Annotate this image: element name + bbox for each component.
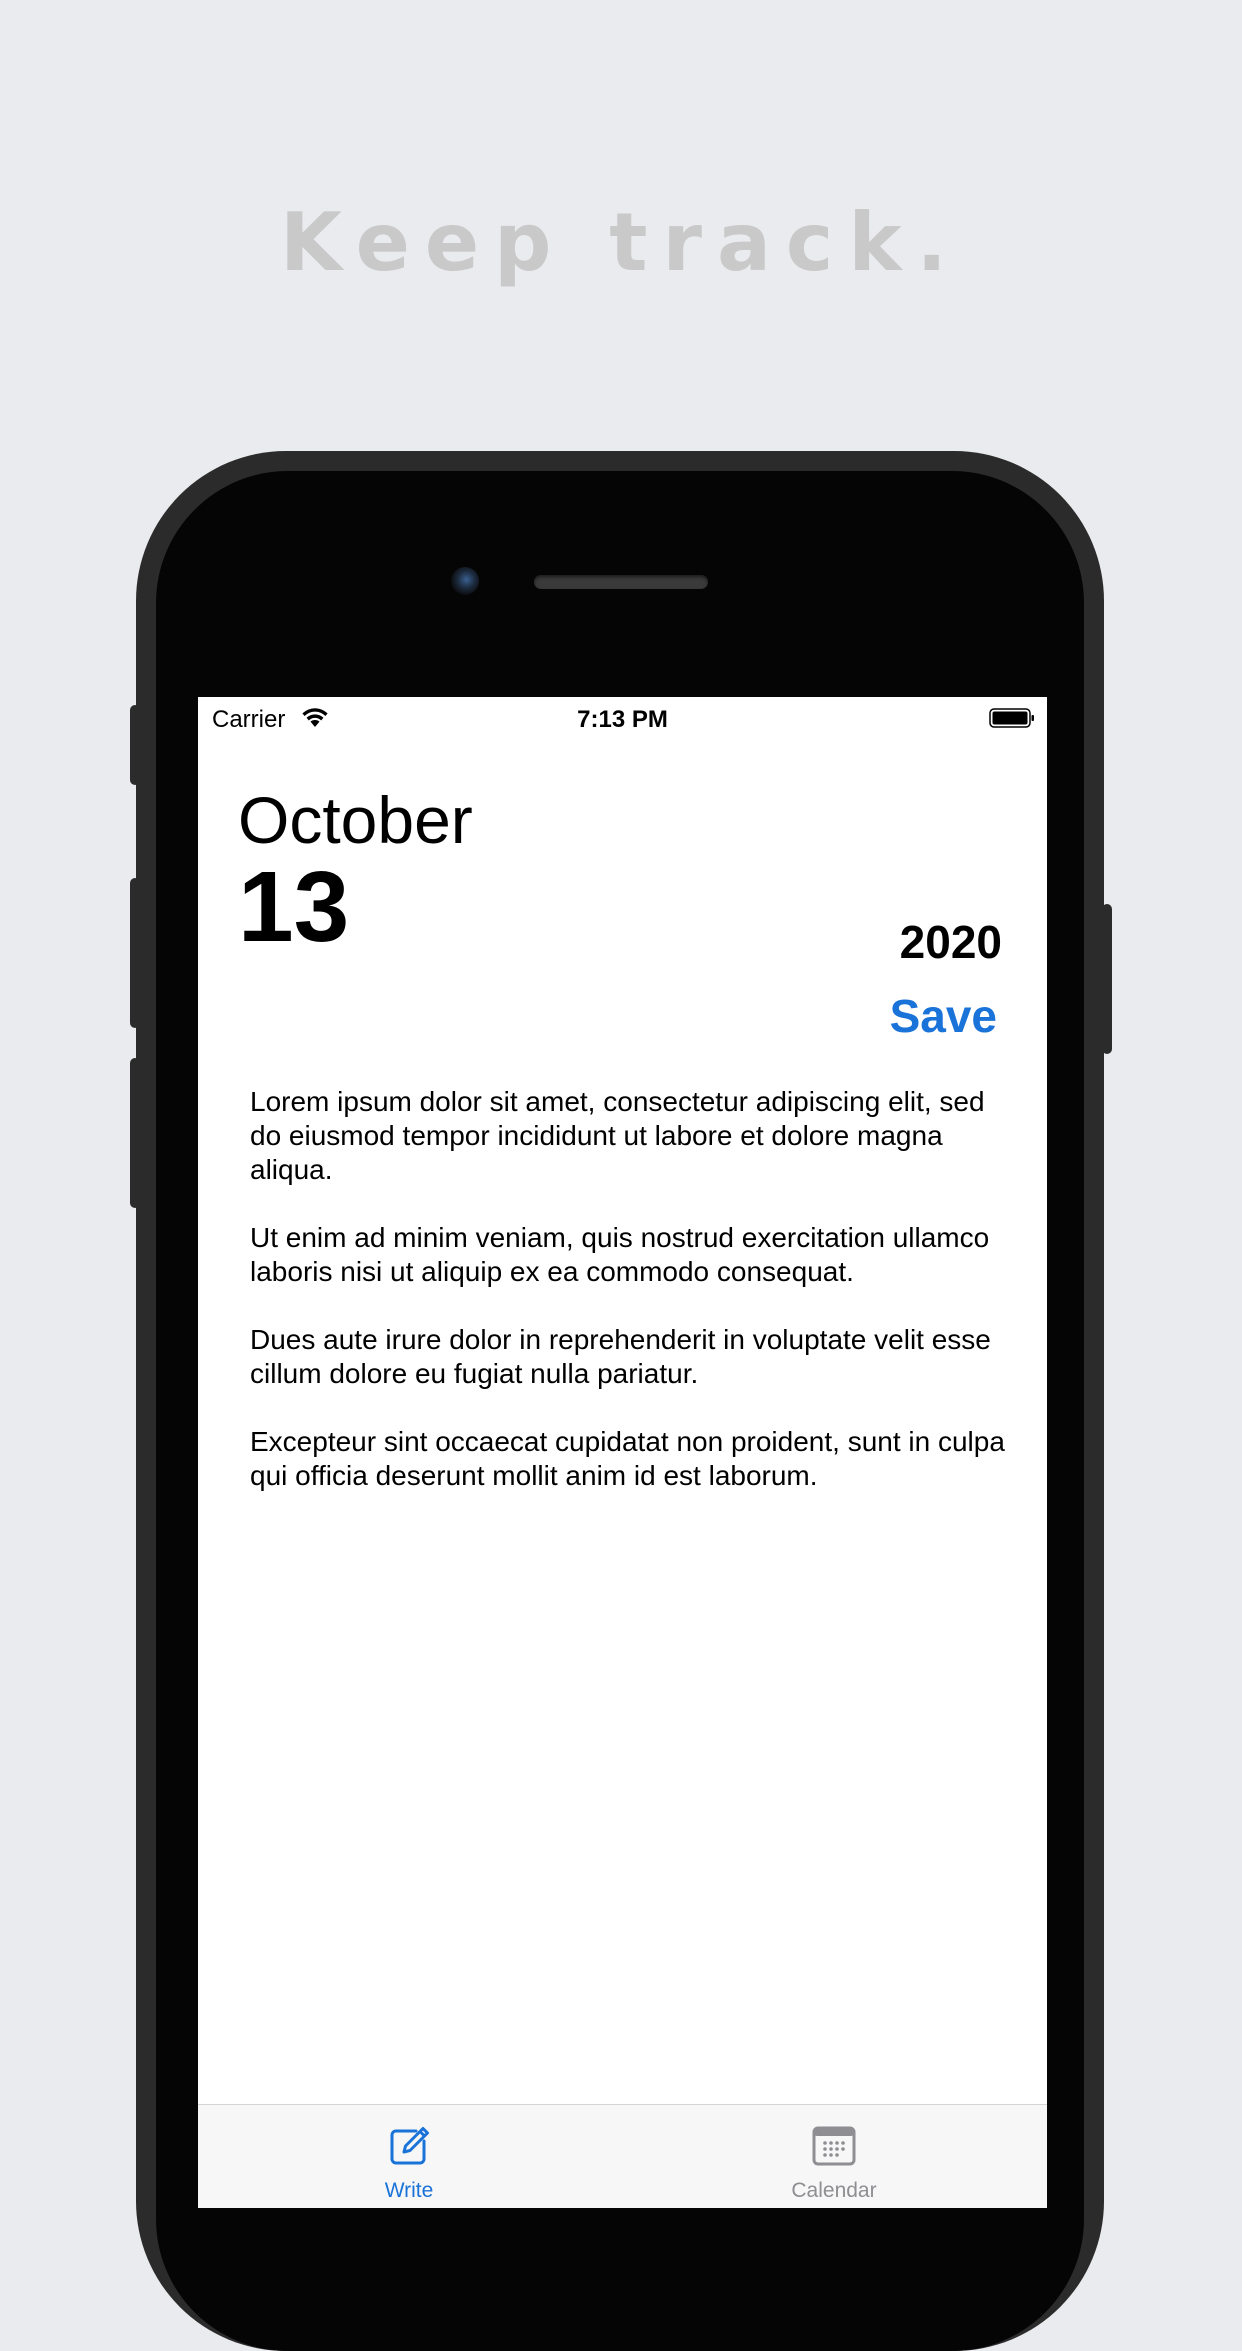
volume-up-button [130, 878, 140, 1028]
entry-text-view[interactable]: Lorem ipsum dolor sit amet, consectetur … [250, 1085, 1010, 1527]
entry-paragraph: Lorem ipsum dolor sit amet, consectetur … [250, 1086, 985, 1185]
earpiece-speaker [534, 575, 708, 589]
front-camera [451, 567, 479, 595]
tab-calendar-label: Calendar [791, 2179, 877, 2202]
entry-paragraph: Ut enim ad minim veniam, quis nostrud ex… [250, 1222, 990, 1287]
tab-bar: Write Calendar [198, 2104, 1047, 2208]
entry-day: 13 [238, 851, 350, 963]
battery-icon [989, 708, 1034, 728]
entry-year: 2020 [899, 916, 1002, 968]
entry-month: October [238, 783, 473, 857]
status-bar: Carrier 7:13 PM [198, 697, 1047, 741]
tagline: Keep track. [280, 196, 962, 289]
app-screen: Carrier 7:13 PM October 13 2020 Save Lor… [198, 697, 1047, 2208]
volume-down-button [130, 1058, 140, 1208]
compose-icon [390, 2127, 429, 2165]
tab-calendar[interactable]: Calendar [734, 2105, 934, 2208]
calendar-icon [812, 2126, 856, 2166]
entry-paragraph: Excepteur sint occaecat cupidatat non pr… [250, 1426, 1005, 1491]
save-button[interactable]: Save [890, 989, 997, 1043]
power-button [1102, 904, 1112, 1054]
tab-write[interactable]: Write [309, 2105, 509, 2208]
tab-write-label: Write [384, 2179, 434, 2202]
mute-switch [130, 705, 140, 785]
status-time: 7:13 PM [577, 706, 668, 733]
entry-paragraph: Dues aute irure dolor in reprehenderit i… [250, 1324, 991, 1389]
